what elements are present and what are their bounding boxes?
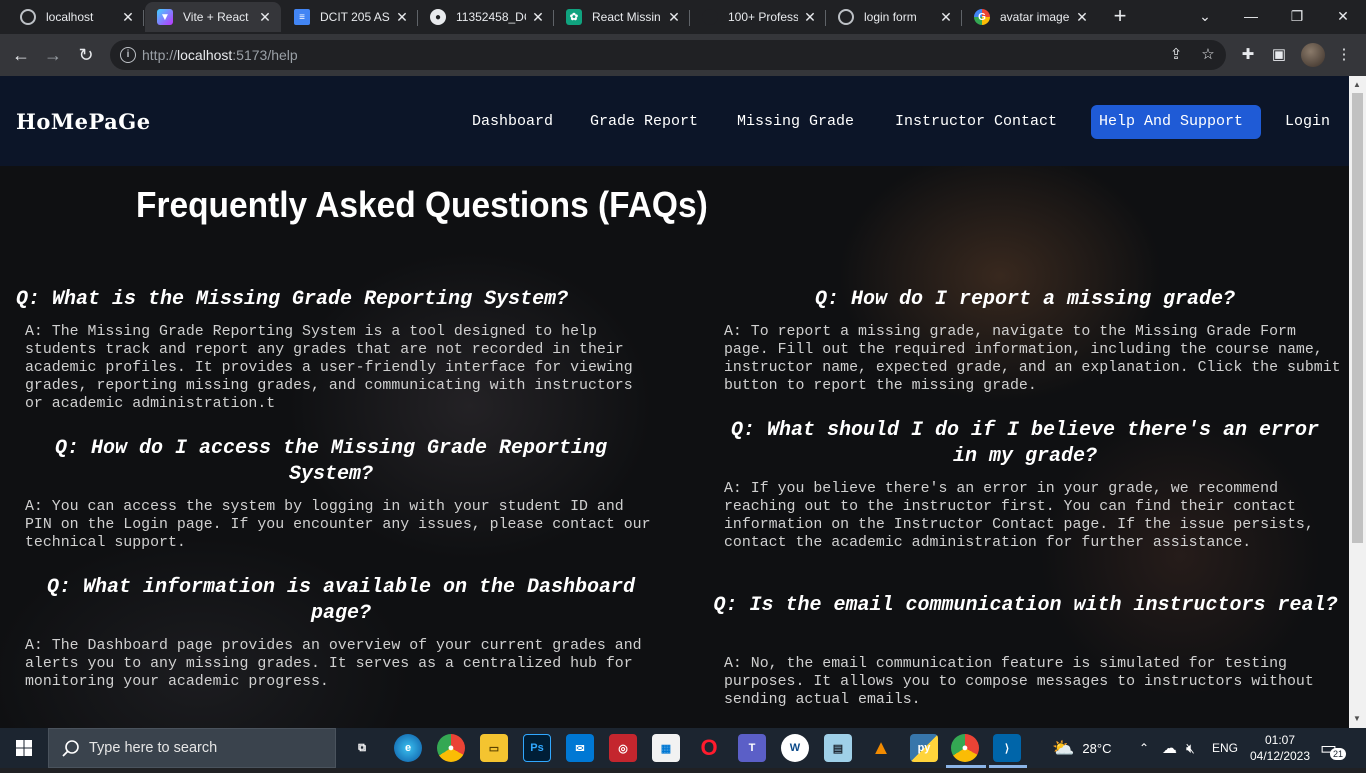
cloud-icon[interactable]: ☁: [1162, 728, 1177, 768]
faq-answer: A: If you believe there's an error in yo…: [724, 481, 1314, 551]
search-icon: [62, 740, 79, 757]
photoshop-icon[interactable]: Ps: [523, 734, 551, 762]
page-scrollbar[interactable]: ▲ ▼: [1349, 76, 1366, 728]
close-tab-icon[interactable]: ✕: [394, 9, 410, 26]
menu-kebab-icon[interactable]: ⋮: [1333, 44, 1355, 66]
browser-tab[interactable]: login form ✕: [826, 2, 962, 32]
github-icon: ●: [430, 9, 446, 25]
vscode-icon[interactable]: ⟩: [993, 734, 1021, 762]
clock[interactable]: 01:07 04/12/2023: [1248, 728, 1312, 768]
address-bar[interactable]: i http://localhost:5173/help ⇪ ☆: [110, 40, 1226, 70]
faq-question: Q: How do I report a missing grade?: [814, 288, 1236, 311]
brand-logo[interactable]: HoMePaGe: [16, 109, 151, 134]
chatgpt-icon: ✿: [566, 9, 582, 25]
python-icon[interactable]: py: [910, 734, 938, 762]
faq-question: Q: Is the email communication with instr…: [713, 594, 1338, 617]
extensions-icon[interactable]: ✚: [1237, 44, 1259, 66]
browser-tab-active[interactable]: ▼ Vite + React ✕: [145, 2, 281, 32]
notification-badge: 21: [1330, 748, 1347, 760]
page-viewport: HoMePaGe Dashboard Grade Report Missing …: [0, 76, 1349, 728]
site-navbar: HoMePaGe Dashboard Grade Report Missing …: [0, 76, 1349, 166]
windows-taskbar: Type here to search ⧉ e ● ▭ Ps ✉ ◎ ▦ O T…: [0, 728, 1366, 768]
notepad-icon[interactable]: ▤: [824, 734, 852, 762]
faq-answer: A: To report a missing grade, navigate t…: [724, 324, 1341, 394]
taskbar-search-box[interactable]: Type here to search: [48, 728, 336, 768]
faq-question: Q: What should I do if I believe there's…: [730, 419, 1320, 468]
bookmark-star-icon[interactable]: ☆: [1198, 45, 1218, 65]
close-tab-icon[interactable]: ✕: [120, 9, 136, 26]
close-window-button[interactable]: ✕: [1320, 0, 1366, 32]
store-icon[interactable]: ▦: [652, 734, 680, 762]
browser-tab[interactable]: 100+ Profess ✕: [690, 2, 826, 32]
app-white-icon[interactable]: W: [781, 734, 809, 762]
show-hidden-icons-chevron[interactable]: ⌃: [1139, 728, 1149, 768]
chrome-icon[interactable]: ●: [437, 734, 465, 762]
tab-search-chevron-icon[interactable]: ⌄: [1182, 0, 1228, 32]
faq-answer: A: The Dashboard page provides an overvi…: [25, 638, 642, 690]
forward-button[interactable]: →: [40, 42, 66, 68]
opera-icon[interactable]: O: [695, 734, 723, 762]
teams-icon[interactable]: T: [738, 734, 766, 762]
nav-missing-grade[interactable]: Missing Grade: [729, 105, 862, 139]
faq-question: Q: What is the Missing Grade Reporting S…: [16, 288, 569, 311]
close-tab-icon[interactable]: ✕: [666, 9, 682, 26]
browser-tab[interactable]: localhost ✕: [8, 2, 144, 32]
url-text[interactable]: http://localhost:5173/help: [142, 47, 298, 63]
nav-help-and-support[interactable]: Help And Support: [1091, 105, 1261, 139]
edge-icon[interactable]: e: [394, 734, 422, 762]
browser-tab[interactable]: G avatar image ✕: [962, 2, 1098, 32]
google-icon: G: [974, 9, 990, 25]
file-explorer-icon[interactable]: ▭: [480, 734, 508, 762]
browser-toolbar: ← → ↻ i http://localhost:5173/help ⇪ ☆ ✚…: [0, 34, 1366, 76]
back-button[interactable]: ←: [8, 42, 34, 68]
restore-button[interactable]: ❐: [1274, 0, 1320, 32]
weather-sun-cloud-icon: ⛅: [1052, 737, 1075, 758]
new-tab-button[interactable]: +: [1108, 4, 1132, 28]
app-red-icon[interactable]: ◎: [609, 734, 637, 762]
volume-muted-icon[interactable]: 🔇︎: [1186, 728, 1195, 768]
close-tab-icon[interactable]: ✕: [257, 9, 273, 26]
profile-avatar[interactable]: [1301, 43, 1325, 67]
browser-tab[interactable]: ● 11352458_DC ✕: [418, 2, 554, 32]
globe-icon: [838, 9, 854, 25]
browser-tab[interactable]: ✿ React Missin ✕: [554, 2, 690, 32]
close-tab-icon[interactable]: ✕: [938, 9, 954, 26]
page-icon: [702, 9, 718, 25]
chrome-active-icon[interactable]: ●: [951, 734, 979, 762]
side-panel-icon[interactable]: ▣: [1268, 44, 1290, 66]
site-info-icon[interactable]: i: [120, 47, 136, 63]
close-tab-icon[interactable]: ✕: [1074, 9, 1090, 26]
share-icon[interactable]: ⇪: [1166, 45, 1186, 65]
nav-instructor-contact[interactable]: Instructor Contact: [887, 105, 1065, 139]
faq-question: Q: How do I access the Missing Grade Rep…: [54, 437, 608, 486]
nav-grade-report[interactable]: Grade Report: [582, 105, 706, 139]
globe-icon: [20, 9, 36, 25]
browser-tab-strip: localhost ✕ ▼ Vite + React ✕ ≡ DCIT 205 …: [0, 0, 1366, 34]
vlc-icon[interactable]: ▲: [867, 734, 895, 762]
notification-center[interactable]: ▭ 21: [1320, 728, 1347, 768]
weather-widget[interactable]: ⛅ 28°C: [1052, 728, 1111, 768]
nav-dashboard[interactable]: Dashboard: [464, 105, 561, 139]
close-tab-icon[interactable]: ✕: [530, 9, 546, 26]
scroll-down-arrow-icon[interactable]: ▼: [1353, 714, 1361, 723]
language-indicator[interactable]: ENG: [1212, 728, 1238, 768]
scrollbar-thumb[interactable]: [1352, 93, 1363, 543]
page-title: Frequently Asked Questions (FAQs): [136, 184, 708, 225]
minimize-button[interactable]: —: [1228, 0, 1274, 32]
vite-icon: ▼: [157, 9, 173, 25]
close-tab-icon[interactable]: ✕: [802, 9, 818, 26]
faq-question: Q: What information is available on the …: [46, 576, 636, 625]
nav-login[interactable]: Login: [1277, 105, 1338, 139]
faq-answer: A: The Missing Grade Reporting System is…: [25, 324, 633, 412]
start-button[interactable]: [0, 728, 48, 768]
task-view-icon[interactable]: ⧉: [348, 734, 376, 762]
windows-logo-icon: [16, 740, 32, 756]
browser-tab[interactable]: ≡ DCIT 205 ASS ✕: [282, 2, 418, 32]
scroll-up-arrow-icon[interactable]: ▲: [1353, 80, 1361, 89]
mail-icon[interactable]: ✉: [566, 734, 594, 762]
faq-answer: A: You can access the system by logging …: [25, 499, 651, 551]
faq-answer: A: No, the email communication feature i…: [724, 656, 1314, 708]
docs-icon: ≡: [294, 9, 310, 25]
reload-button[interactable]: ↻: [73, 42, 99, 68]
